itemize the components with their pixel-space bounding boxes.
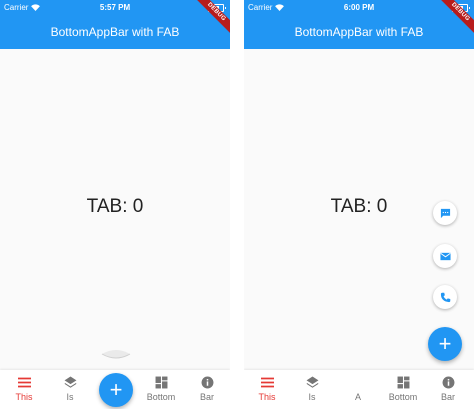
nav-item-is[interactable]: Is [292, 370, 332, 409]
debug-banner: DEBUG [190, 0, 230, 40]
info-icon [442, 376, 454, 389]
info-icon [201, 376, 213, 389]
nav-item-label: Bar [440, 392, 455, 402]
nav-item-bar[interactable]: Bar [187, 370, 227, 409]
sms-icon [440, 208, 450, 218]
nav-item-label: Is [308, 392, 316, 402]
phone-icon [440, 292, 450, 302]
nav-item-label: Bottom [146, 392, 176, 402]
nav-item-a[interactable]: A [338, 370, 378, 409]
debug-banner-label: DEBUG [191, 0, 230, 37]
nav-item-label: This [15, 392, 33, 402]
app-bar: Carrier 6:00 PM BottomAppBar with FAB DE… [244, 0, 474, 49]
nav-item-is[interactable]: Is [50, 370, 90, 409]
dashboard-icon [155, 376, 167, 389]
phone-fab-button[interactable] [433, 285, 457, 309]
dashboard-icon [397, 376, 409, 389]
menu-icon [17, 377, 31, 388]
blank-icon [352, 376, 365, 389]
tab-content-text: TAB: 0 [86, 196, 144, 217]
mail-fab-button[interactable] [433, 244, 457, 268]
nav-item-this[interactable]: This [247, 370, 287, 409]
fab-notch [101, 350, 131, 359]
nav-item-label: Is [66, 392, 74, 402]
add-fab-button[interactable]: + [99, 373, 133, 407]
phone-screen-left: Carrier 5:57 PM BottomAppBar with FAB DE… [0, 0, 230, 409]
nav-item-bottom[interactable]: Bottom [383, 370, 423, 409]
menu-icon [260, 377, 274, 388]
phone-screen-right: Carrier 6:00 PM BottomAppBar with FAB DE… [244, 0, 474, 409]
nav-item-label: This [258, 392, 276, 402]
debug-banner-label: DEBUG [435, 0, 474, 37]
nav-item-label: Bar [199, 392, 214, 402]
nav-item-label: A [354, 392, 361, 402]
add-fab-button[interactable]: + [428, 327, 462, 361]
nav-item-bar[interactable]: Bar [428, 370, 468, 409]
add-icon: + [438, 331, 452, 356]
nav-item-this[interactable]: This [4, 370, 44, 409]
layers-icon [306, 376, 318, 388]
layers-icon [64, 376, 76, 388]
app-bar: Carrier 5:57 PM BottomAppBar with FAB DE… [0, 0, 230, 49]
sms-fab-button[interactable] [433, 201, 457, 225]
add-icon: + [109, 377, 123, 402]
mail-icon [439, 252, 451, 260]
nav-item-bottom[interactable]: Bottom [141, 370, 181, 409]
nav-item-label: Bottom [388, 392, 418, 402]
debug-banner: DEBUG [434, 0, 474, 40]
bottom-app-bar: This Is A Bottom Bar [244, 370, 474, 409]
